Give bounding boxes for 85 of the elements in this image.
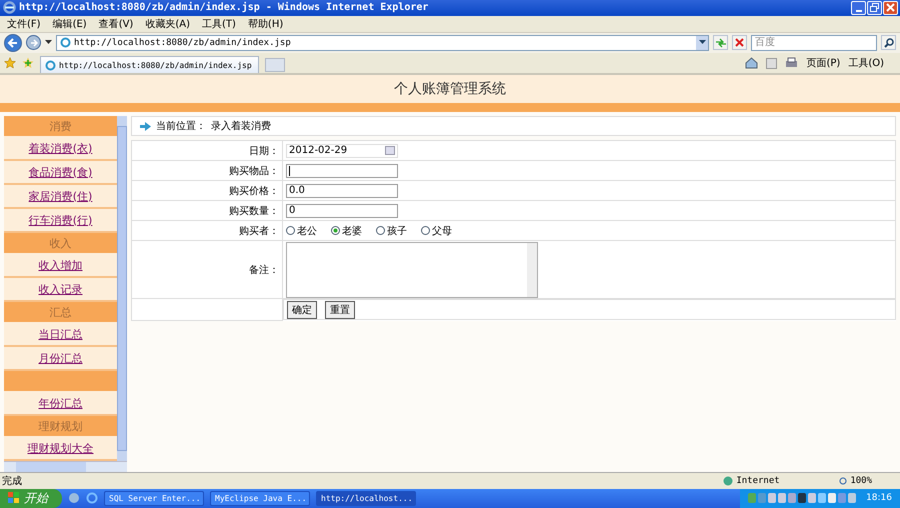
tray-icons-drawing[interactable]: [748, 492, 858, 504]
radio-label: 老婆: [342, 224, 362, 238]
zone-text: Internet: [736, 476, 780, 486]
field-label: 日期：: [249, 146, 279, 157]
add-favorite-icon[interactable]: [22, 57, 34, 70]
ie-logo-icon: [3, 1, 16, 14]
page-icon: [60, 37, 71, 48]
menu-item[interactable]: 收藏夹(A): [140, 16, 195, 31]
address-field[interactable]: http://localhost:8080/zb/admin/index.jsp: [56, 34, 709, 51]
sidebar-link[interactable]: 年份汇总: [38, 396, 82, 411]
menu-item[interactable]: 文件(F): [2, 16, 46, 31]
stop-button[interactable]: [732, 35, 747, 50]
home-icon[interactable]: [745, 57, 758, 70]
section-header: 汇总: [4, 302, 117, 322]
page-icon: [45, 60, 56, 71]
dropdown-arrow-icon[interactable]: [45, 40, 52, 46]
horizontal-scrollbar[interactable]: [4, 461, 127, 472]
sidebar-link[interactable]: 食品消费(食): [28, 164, 92, 180]
confirm-button[interactable]: 确定: [287, 300, 317, 319]
refresh-button[interactable]: [713, 35, 728, 50]
taskbar-button[interactable]: MyEclipse Java E...: [210, 490, 310, 506]
search-field[interactable]: 百度: [751, 34, 877, 51]
menu-item[interactable]: 编辑(E): [48, 16, 92, 31]
text-field[interactable]: 0: [286, 204, 398, 218]
field-label: 备注：: [249, 264, 279, 276]
minimize-button[interactable]: [851, 0, 866, 15]
taskbar-button[interactable]: SQL Server Enter...: [104, 490, 204, 506]
sidebar-link[interactable]: 理财规划大全: [28, 440, 94, 456]
favorites-star-icon[interactable]: [4, 57, 16, 70]
page-title: 个人账簿管理系统: [394, 80, 506, 98]
browser-tab[interactable]: http://localhost:8080/zb/admin/index.jsp: [40, 56, 259, 74]
sidebar-link[interactable]: 收入增加: [38, 258, 82, 273]
clock: 18:16: [866, 493, 892, 504]
arrow-icon: [140, 122, 151, 131]
sidebar-link[interactable]: 当日汇总: [38, 326, 82, 342]
printer-icon[interactable]: [785, 57, 798, 70]
menu-item[interactable]: 帮助(H): [242, 16, 288, 31]
menu-item[interactable]: 工具(T): [197, 16, 241, 31]
field-label: 购买者：: [239, 226, 279, 237]
breadcrumb-value: 录入着装消费: [211, 120, 271, 134]
radio-label: 父母: [432, 224, 452, 238]
quick-launch-icon[interactable]: [68, 492, 80, 504]
dropdown-arrow-icon[interactable]: [698, 40, 706, 46]
sidebar-link[interactable]: 着装消费(衣): [28, 140, 92, 156]
start-button[interactable]: 开始: [0, 488, 62, 508]
radio-button[interactable]: [421, 226, 430, 236]
magnifier-icon[interactable]: [839, 476, 848, 486]
zoom-button[interactable]: 100%: [833, 475, 878, 488]
restore-button[interactable]: [867, 0, 882, 15]
section-header: 理财规划: [4, 416, 117, 436]
back-button[interactable]: [4, 34, 22, 52]
section-header: 消费: [4, 116, 117, 136]
radio-button[interactable]: [286, 226, 295, 236]
calendar-icon[interactable]: [385, 146, 395, 156]
radio-button[interactable]: [331, 226, 340, 236]
search-button[interactable]: [881, 35, 896, 50]
section-header: 收入: [4, 233, 117, 254]
page-menu-button[interactable]: 页面(P): [806, 56, 840, 70]
reset-button[interactable]: 重置: [325, 300, 355, 319]
vertical-scrollbar[interactable]: [117, 116, 127, 462]
ie-logo-icon[interactable]: [86, 492, 98, 504]
sidebar-link[interactable]: 家居消费(住): [28, 188, 92, 204]
date-field[interactable]: 2012-02-29: [286, 144, 398, 158]
sidebar-link[interactable]: 行车消费(行): [28, 212, 92, 228]
tools-menu-button[interactable]: 工具(O): [848, 56, 884, 70]
radio-label: 孩子: [387, 224, 407, 238]
field-label: 购买物品：: [229, 166, 279, 177]
radio-button[interactable]: [376, 226, 385, 236]
window-title: http://localhost:8080/zb/admin/index.jsp - Windows Internet Explorer: [19, 2, 430, 14]
back-arrow-icon[interactable]: [7, 36, 19, 49]
radio-label: 老公: [297, 224, 317, 238]
sidebar-link[interactable]: 收入记录: [38, 282, 82, 297]
sidebar-link[interactable]: 月份汇总: [38, 350, 82, 366]
field-label: 购买价格：: [229, 186, 279, 197]
restore-icon[interactable]: [870, 3, 879, 12]
breadcrumb-label: 当前位置：: [156, 120, 206, 134]
menu-item[interactable]: 查看(V): [94, 16, 138, 31]
close-button[interactable]: [883, 0, 898, 15]
taskbar-button[interactable]: http://localhost...: [316, 490, 416, 506]
text-field[interactable]: 0.0: [286, 184, 398, 198]
globe-icon: [723, 476, 734, 486]
close-icon[interactable]: [886, 3, 895, 12]
status-text: 完成: [2, 474, 22, 488]
text-field[interactable]: [286, 164, 398, 178]
field-label: 购买数量：: [229, 206, 279, 217]
